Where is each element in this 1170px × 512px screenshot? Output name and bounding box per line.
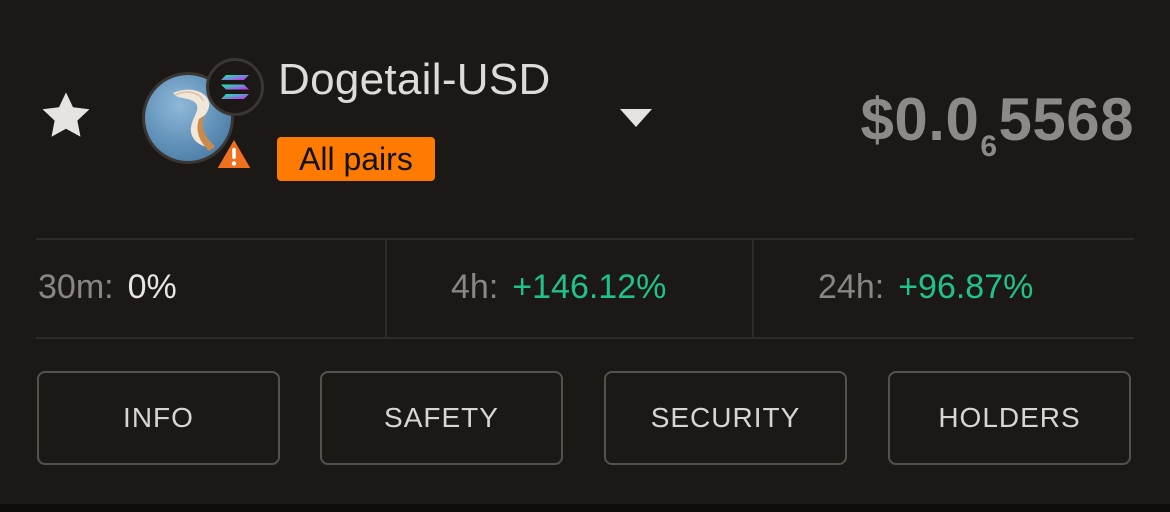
stats-bottom-divider [36, 337, 1134, 339]
stat-24h: 24h: +96.87% [818, 268, 1033, 307]
warning-triangle-icon [215, 137, 253, 170]
token-avatar-group [140, 58, 264, 180]
stat-label: 4h: [451, 268, 499, 306]
price-zero-count: 6 [980, 130, 998, 163]
chain-badge [206, 58, 264, 116]
solana-icon [221, 75, 249, 99]
stats-divider-1 [385, 240, 387, 338]
tab-safety[interactable]: SAFETY [320, 371, 563, 465]
tab-holders[interactable]: HOLDERS [888, 371, 1131, 465]
price-digits: 5568 [998, 86, 1134, 153]
stat-value: 0% [127, 268, 177, 306]
pair-dropdown-button[interactable] [612, 100, 660, 136]
tab-security[interactable]: SECURITY [604, 371, 847, 465]
stat-value: +146.12% [512, 268, 667, 306]
pair-title: Dogetail-USD [278, 55, 551, 104]
stat-30m: 30m: 0% [38, 268, 177, 307]
stats-top-divider [36, 238, 1134, 240]
stat-4h: 4h: +146.12% [451, 268, 666, 307]
warning-badge [214, 136, 254, 172]
tab-info[interactable]: INFO [37, 371, 280, 465]
stat-value: +96.87% [898, 268, 1034, 306]
favorite-button[interactable] [34, 84, 98, 148]
bottom-edge [0, 504, 1170, 512]
caret-down-icon [620, 109, 652, 127]
all-pairs-badge[interactable]: All pairs [277, 137, 435, 181]
token-price: $0.065568 [860, 85, 1134, 163]
stat-label: 30m: [38, 268, 114, 306]
star-icon [42, 92, 90, 137]
price-prefix: $0.0 [860, 86, 980, 153]
stat-label: 24h: [818, 268, 885, 306]
stats-divider-2 [752, 240, 754, 338]
